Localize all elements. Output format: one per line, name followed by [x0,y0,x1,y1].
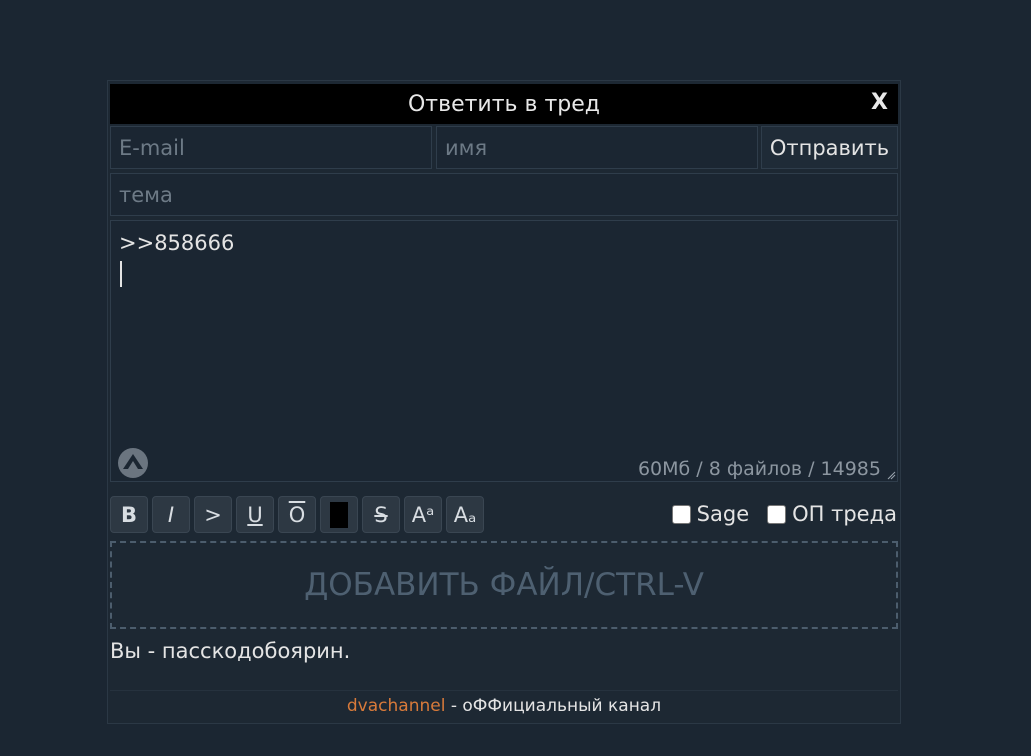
divider [110,690,898,691]
reply-form-panel: Ответить в тред X Отправить >>858666 60М… [107,80,901,724]
underline-button[interactable]: U [236,496,274,533]
passcode-note: Вы - пасскодобоярин. [110,639,351,663]
markup-toolbar: B I > U O S Aᵃ Aₐ [110,496,488,534]
message-textarea[interactable]: >>858666 60Мб / 8 файлов / 14985 [110,220,898,482]
superscript-button[interactable]: Aᵃ [404,496,442,533]
subscript-button[interactable]: Aₐ [446,496,484,533]
2ch-logo-icon [118,448,148,478]
channel-suffix: - оФФициальный канал [445,696,662,716]
email-field[interactable] [110,126,432,169]
spoiler-button[interactable] [320,496,358,533]
subject-field[interactable] [110,173,898,216]
op-checkbox[interactable] [767,504,787,524]
reply-form-title: Ответить в тред [407,91,600,117]
channel-link[interactable]: dvachannel [347,696,446,716]
spoiler-icon [330,501,348,528]
overline-button[interactable]: O [278,496,316,533]
bold-button[interactable]: B [110,496,148,533]
post-options: Sage ОП треда [671,502,897,526]
sage-checkbox[interactable] [671,504,691,524]
send-button[interactable]: Отправить [761,126,898,169]
reply-form-titlebar[interactable]: Ответить в тред X [110,84,898,124]
text-caret [120,261,122,287]
close-button[interactable]: X [871,90,888,115]
resize-handle-icon[interactable] [886,470,896,480]
sage-label: Sage [696,502,750,526]
file-dropzone[interactable]: ДОБАВИТЬ ФАЙЛ/CTRL-V [110,541,898,629]
name-field[interactable] [436,126,758,169]
message-text: >>858666 [119,231,235,255]
strike-button[interactable]: S [362,496,400,533]
footer: dvachannel - оФФициальный канал [108,696,900,716]
dropzone-label: ДОБАВИТЬ ФАЙЛ/CTRL-V [304,567,704,603]
quote-button[interactable]: > [194,496,232,533]
upload-limits: 60Мб / 8 файлов / 14985 [637,458,881,480]
op-label: ОП треда [792,502,897,526]
italic-button[interactable]: I [152,496,190,533]
